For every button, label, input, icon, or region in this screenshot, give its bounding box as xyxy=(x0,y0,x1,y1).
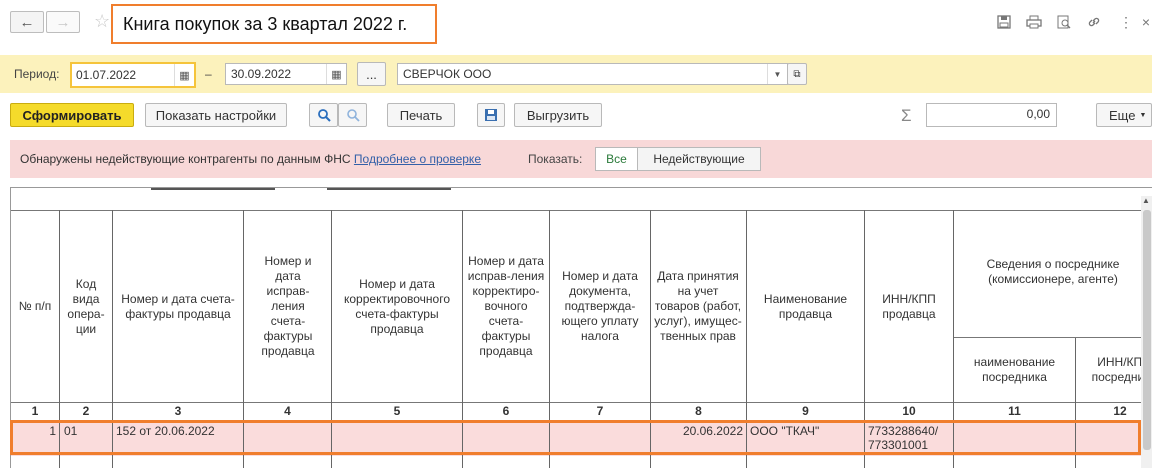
header-seller-inn: ИНН/КПП продавца xyxy=(882,291,936,321)
period-from-value: 01.07.2022 xyxy=(76,68,137,82)
column-number: 1 xyxy=(31,404,39,418)
col-divider xyxy=(112,210,113,468)
header-row-number: № п/п xyxy=(18,299,52,313)
column-number: 8 xyxy=(695,404,702,418)
chevron-down-icon: ▼ xyxy=(1139,111,1147,119)
header-adjustment-correction: Номер и дата исправ-ления корректиро-воч… xyxy=(467,254,545,358)
chevron-down-icon[interactable]: ▼ xyxy=(767,64,787,84)
period-from-field[interactable]: 01.07.2022 ▦ xyxy=(70,62,196,88)
column-number: 9 xyxy=(802,404,809,418)
numbers-bottom-border xyxy=(11,420,1152,421)
column-number: 2 xyxy=(82,404,90,418)
link-icon[interactable] xyxy=(1084,12,1104,32)
column-number: 6 xyxy=(502,404,510,418)
purchase-book-table: № п/п Код вида опера-ции Номер и дата сч… xyxy=(10,187,1152,468)
header-invoice: Номер и дата счета-фактуры продавца xyxy=(121,291,235,321)
column-number: 10 xyxy=(902,404,916,418)
header-payment-document: Номер и дата документа, подтвержда-ющего… xyxy=(561,269,639,343)
save-icon xyxy=(485,109,497,121)
favorite-star-icon[interactable]: ☆ xyxy=(94,11,110,32)
col-divider xyxy=(864,210,865,468)
close-icon[interactable]: × xyxy=(1140,12,1152,32)
alert-text: Обнаружены недействующие контрагенты по … xyxy=(20,152,481,166)
seller-inn-cell: 7733288640/ 773301001 xyxy=(868,424,939,452)
more-label: Еще xyxy=(1109,107,1136,123)
print-icon[interactable] xyxy=(1024,12,1044,32)
search-icon xyxy=(317,109,331,122)
preview-icon[interactable] xyxy=(1054,12,1074,32)
header-decor-line xyxy=(151,188,275,190)
col-divider xyxy=(746,210,747,468)
details-link[interactable]: Подробнее о проверке xyxy=(354,152,481,166)
column-number: 4 xyxy=(284,404,291,418)
column-number: 5 xyxy=(393,404,401,418)
col-divider xyxy=(462,210,463,468)
arrow-left-icon: ← xyxy=(19,13,35,31)
column-number: 3 xyxy=(174,404,182,418)
col-divider xyxy=(331,210,332,468)
scroll-up-icon[interactable]: ▲ xyxy=(1142,196,1150,205)
window-header: ← → ☆ Книга покупок за 3 квартал 2022 г.… xyxy=(0,0,1152,46)
period-bar: Период: 01.07.2022 ▦ – 30.09.2022 ▦ ... … xyxy=(0,55,1152,93)
header-bottom-border xyxy=(11,402,1152,403)
period-to-value: 30.09.2022 xyxy=(231,67,292,81)
search-cancel-icon xyxy=(346,109,360,122)
col-divider xyxy=(59,210,60,468)
header-agent-name: наименование посредника xyxy=(973,355,1056,384)
filter-all-button[interactable]: Все xyxy=(595,147,638,171)
open-organization-button[interactable]: ⧉ xyxy=(787,63,807,85)
scroll-thumb[interactable] xyxy=(1143,210,1151,450)
vertical-scrollbar[interactable]: ▲ xyxy=(1141,196,1152,468)
sum-field[interactable]: 0,00 xyxy=(926,103,1057,127)
column-number: 7 xyxy=(596,404,604,418)
row-number-cell: 1 xyxy=(49,424,56,438)
acceptance-date-cell: 20.06.2022 xyxy=(682,424,743,438)
more-vertical-icon[interactable]: ⋮ xyxy=(1116,12,1136,32)
show-label: Показать: xyxy=(528,152,583,166)
col-divider xyxy=(1075,338,1076,468)
forward-button[interactable]: → xyxy=(46,11,80,33)
search-button[interactable] xyxy=(309,103,338,127)
header-operation-code: Код вида опера-ции xyxy=(67,276,105,336)
open-icon: ⧉ xyxy=(793,68,801,80)
alert-message: Обнаружены недействующие контрагенты по … xyxy=(20,152,351,166)
period-select-button[interactable]: ... xyxy=(357,62,386,86)
header-adjustment-invoice: Номер и дата корректировочного счета-фак… xyxy=(343,276,450,336)
toolbar: Сформировать Показать настройки Печать В… xyxy=(0,100,1152,132)
col-divider xyxy=(953,210,954,468)
search-cancel-button[interactable] xyxy=(338,103,367,127)
page-title: Книга покупок за 3 квартал 2022 г. xyxy=(111,4,437,44)
print-button[interactable]: Печать xyxy=(387,103,455,127)
seller-name-cell: ООО "ТКАЧ" xyxy=(750,424,820,438)
organization-field[interactable]: СВЕРЧОК ООО ▼ xyxy=(397,63,788,85)
save-icon[interactable] xyxy=(994,12,1014,32)
header-seller-name: Наименование продавца xyxy=(763,291,848,321)
save-report-button[interactable] xyxy=(477,103,505,127)
calendar-icon[interactable]: ▦ xyxy=(326,64,346,84)
col-divider xyxy=(243,210,244,468)
arrow-right-icon: → xyxy=(55,13,71,31)
col-divider xyxy=(549,210,550,468)
back-button[interactable]: ← xyxy=(10,11,44,33)
header-agent-info: Сведения о посреднике (комиссионере, аге… xyxy=(986,257,1120,286)
period-to-field[interactable]: 30.09.2022 ▦ xyxy=(225,63,347,85)
sum-icon: Σ xyxy=(901,106,912,125)
inactive-counterparties-alert: Обнаружены недействующие контрагенты по … xyxy=(10,140,1152,178)
operation-code-cell: 01 xyxy=(64,424,78,438)
calendar-icon[interactable]: ▦ xyxy=(174,64,194,86)
invoice-cell: 152 от 20.06.2022 xyxy=(116,424,215,438)
header-invoice-correction: Номер и дата исправ-ления счета-фактуры … xyxy=(261,254,315,358)
generate-button[interactable]: Сформировать xyxy=(10,103,134,127)
header-acceptance-date: Дата принятия на учет товаров (работ, ус… xyxy=(654,269,742,343)
export-button[interactable]: Выгрузить xyxy=(514,103,602,127)
period-label: Период: xyxy=(14,67,60,81)
filter-inactive-button[interactable]: Недействующие xyxy=(637,147,761,171)
column-number: 11 xyxy=(1008,404,1021,418)
organization-value: СВЕРЧОК ООО xyxy=(403,67,492,81)
header-decor-line xyxy=(327,188,451,190)
period-dash: – xyxy=(205,67,212,81)
show-settings-button[interactable]: Показать настройки xyxy=(145,103,287,127)
more-button[interactable]: Еще ▼ xyxy=(1096,103,1152,127)
